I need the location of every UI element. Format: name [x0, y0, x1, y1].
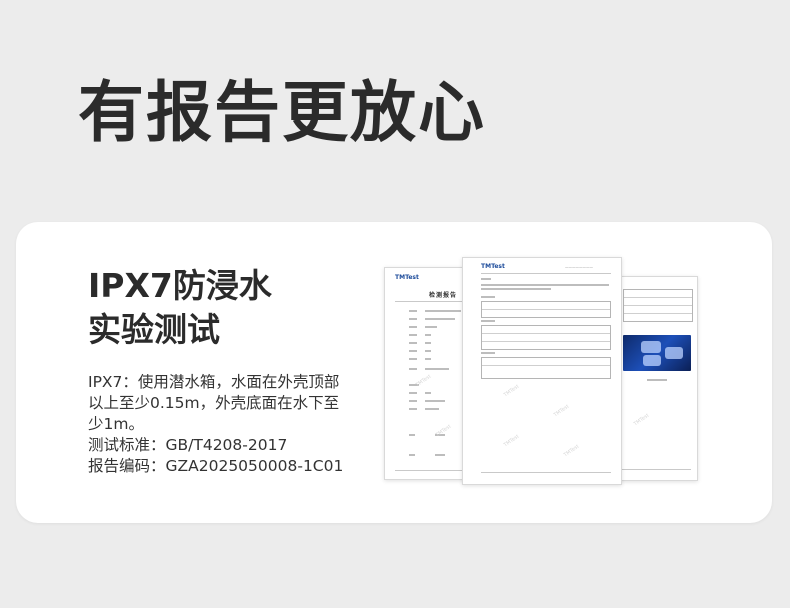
report-logo-2: TMTest — [481, 263, 505, 270]
test-title: IPX7防浸水 实验测试 — [88, 264, 328, 352]
report-code: 报告编码：GZA2025050008-1C01 — [88, 457, 344, 475]
report-title: 检测报告 — [429, 292, 458, 299]
test-standard: 测试标准：GB/T4208-2017 — [88, 436, 288, 454]
test-title-line-2: 实验测试 — [88, 310, 220, 349]
page-headline: 有报告更放心 — [78, 74, 486, 151]
report-page-results: TMTest ———————— TMTest TMTest TMTest TMT… — [462, 257, 622, 485]
desc-line-3: 少1m。 — [88, 415, 144, 433]
report-logo: TMTest — [395, 274, 419, 281]
test-description: IPX7：使用潜水箱，水面在外壳顶部 以上至少0.15m，外壳底面在水下至 少1… — [88, 372, 358, 477]
test-title-line-1: IPX7防浸水 — [88, 266, 272, 305]
desc-line-1: IPX7：使用潜水箱，水面在外壳顶部 — [88, 373, 340, 391]
test-photo-1 — [623, 335, 691, 371]
desc-line-2: 以上至少0.15m，外壳底面在水下至 — [88, 394, 340, 412]
